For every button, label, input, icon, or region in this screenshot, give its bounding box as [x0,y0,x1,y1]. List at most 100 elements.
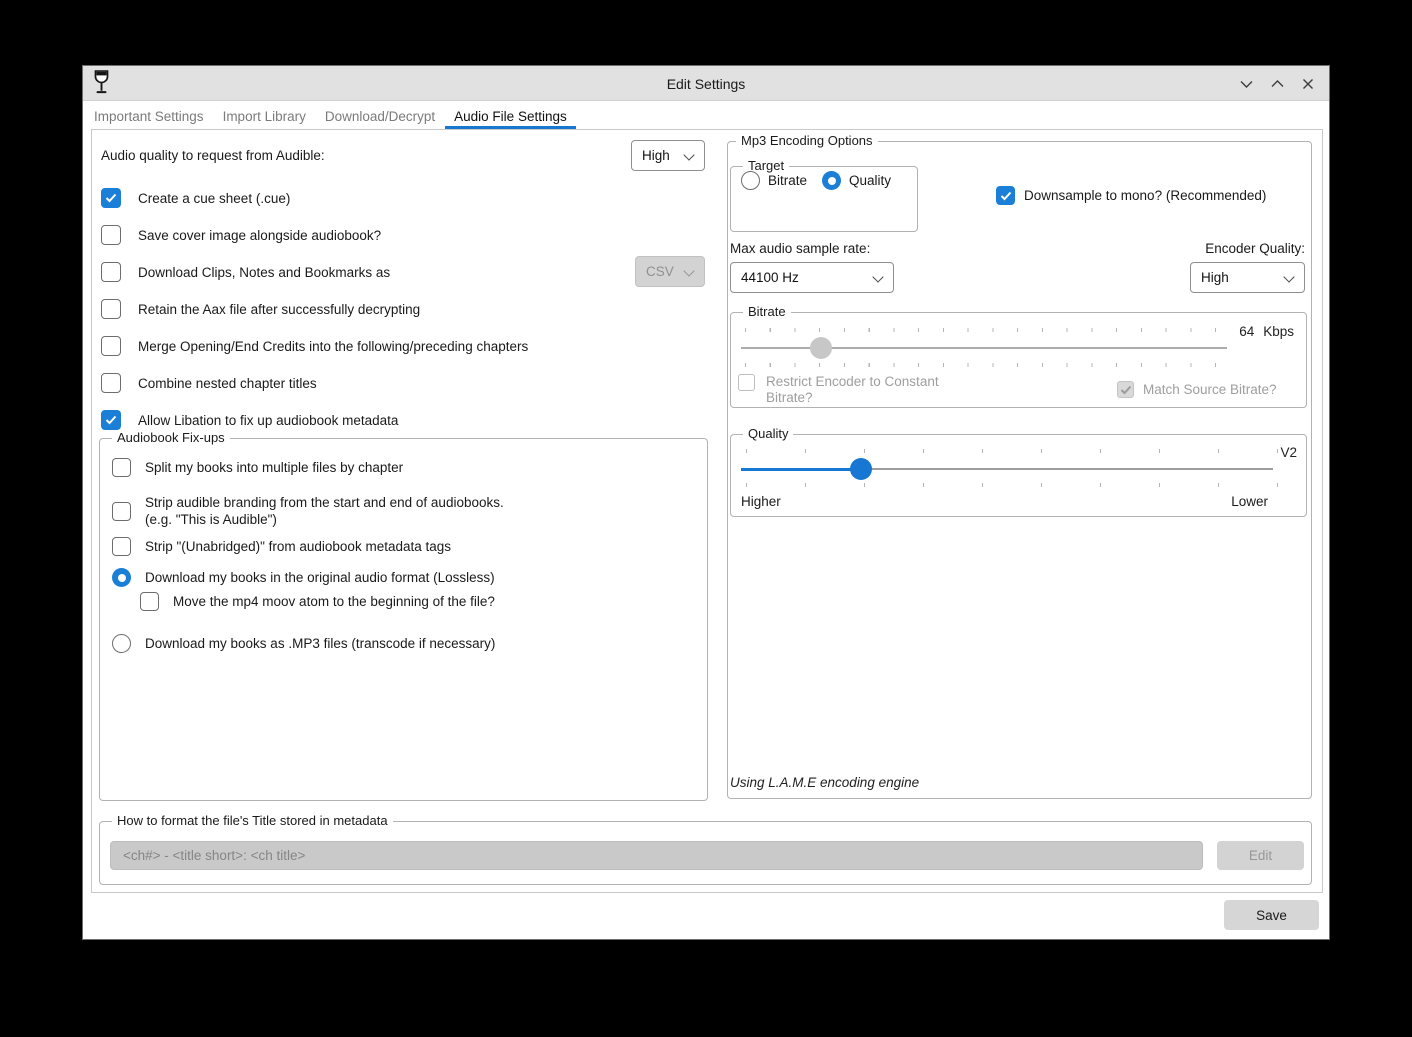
quality-higher-label: Higher [741,494,781,509]
audiobook-fixups-group: Audiobook Fix-ups Split my books into mu… [99,438,708,801]
lossless-radio-row: Download my books in the original audio … [112,568,695,587]
chevron-down-icon [684,151,694,161]
split-books-row: Split my books into multiple files by ch… [112,458,695,477]
audio-quality-dropdown[interactable]: High [631,140,705,171]
downsample-row: Downsample to mono? (Recommended) [996,186,1266,205]
moov-label: Move the mp4 moov atom to the beginning … [173,594,495,609]
strip-branding-checkbox[interactable] [112,502,131,521]
downsample-label: Downsample to mono? (Recommended) [1024,188,1266,203]
target-quality-radio[interactable] [822,171,841,190]
minimize-button[interactable] [1235,73,1257,95]
tab-import-library[interactable]: Import Library [214,102,315,129]
encoder-quality-label: Encoder Quality: [1205,241,1305,256]
create-cue-row: Create a cue sheet (.cue) [101,188,705,208]
fixups-legend: Audiobook Fix-ups [112,430,230,445]
chevron-up-icon [1270,77,1285,91]
encoder-quality-dropdown[interactable]: High [1190,262,1305,293]
create-cue-checkbox[interactable] [101,188,121,208]
title-bar: Edit Settings [83,66,1329,101]
audio-quality-label: Audio quality to request from Audible: [101,148,325,163]
quality-slider-track[interactable] [741,468,1273,470]
sample-rate-dropdown[interactable]: 44100 Hz [730,262,894,293]
bitrate-value: 64Kbps [1239,324,1294,339]
merge-credits-checkbox[interactable] [101,336,121,356]
x-icon [1301,77,1315,91]
lossless-radio[interactable] [112,568,131,587]
save-button[interactable]: Save [1224,900,1319,930]
retain-aax-label: Retain the Aax file after successfully d… [138,302,420,317]
mp3-files-label: Download my books as .MP3 files (transco… [145,636,495,651]
moov-checkbox[interactable] [140,592,159,611]
strip-unabridged-checkbox[interactable] [112,537,131,556]
restrict-cbr-row: Restrict Encoder to Constant Bitrate? [738,374,981,406]
save-cover-checkbox[interactable] [101,225,121,245]
quality-legend: Quality [743,426,793,441]
left-column: Audio quality to request from Audible: H… [101,140,705,430]
downsample-checkbox[interactable] [996,186,1015,205]
chevron-down-icon [684,267,694,277]
target-bitrate-label: Bitrate [768,173,807,188]
title-format-legend: How to format the file's Title stored in… [112,813,393,828]
match-source-label: Match Source Bitrate? [1143,382,1277,397]
mp3-encoding-options-group: Mp3 Encoding Options Target Bitrate Qual… [727,141,1312,799]
bitrate-group: Bitrate 64Kbps Restrict Encoder to Const… [730,312,1307,408]
title-format-input: <ch#> - <title short>: <ch title> [110,841,1203,870]
download-clips-row: Download Clips, Notes and Bookmarks as C… [101,262,705,282]
merge-credits-label: Merge Opening/End Credits into the follo… [138,339,528,354]
maximize-button[interactable] [1266,73,1288,95]
bitrate-slider-thumb [810,337,832,359]
split-books-label: Split my books into multiple files by ch… [145,460,403,475]
tab-download-decrypt[interactable]: Download/Decrypt [316,102,444,129]
allow-fixup-label: Allow Libation to fix up audiobook metad… [138,413,398,428]
chevron-down-icon [873,273,883,283]
sample-rate-label: Max audio sample rate: [730,241,870,256]
close-button[interactable] [1297,73,1319,95]
download-clips-label: Download Clips, Notes and Bookmarks as [138,265,390,280]
mp3-options-legend: Mp3 Encoding Options [736,133,878,148]
audio-quality-value: High [642,148,670,163]
chevron-down-icon [1284,273,1294,283]
moov-row: Move the mp4 moov atom to the beginning … [140,592,695,611]
edit-button: Edit [1217,841,1304,870]
quality-ticks-bottom [746,483,1278,487]
edit-settings-dialog: Edit Settings Important Settings Import … [82,65,1330,940]
save-cover-row: Save cover image alongside audiobook? [101,225,705,245]
bitrate-legend: Bitrate [743,304,791,319]
window-title: Edit Settings [83,66,1329,101]
combine-nested-checkbox[interactable] [101,373,121,393]
audio-file-settings-panel: Audio quality to request from Audible: H… [91,129,1323,893]
clips-format-dropdown: CSV [635,256,705,287]
mp3-files-radio[interactable] [112,634,131,653]
strip-unabridged-label: Strip "(Unabridged)" from audiobook meta… [145,539,451,554]
quality-slider-thumb[interactable] [850,458,872,480]
sample-rate-value: 44100 Hz [741,270,799,285]
merge-credits-row: Merge Opening/End Credits into the follo… [101,336,705,356]
quality-group: Quality V2 Higher Lower [730,434,1307,517]
retain-aax-row: Retain the Aax file after successfully d… [101,299,705,319]
lossless-label: Download my books in the original audio … [145,570,495,585]
mp3-radio-row: Download my books as .MP3 files (transco… [112,634,695,653]
title-format-value: <ch#> - <title short>: <ch title> [123,848,305,863]
encoder-quality-value: High [1201,270,1229,285]
allow-fixup-checkbox[interactable] [101,410,121,430]
bitrate-ticks-top [745,328,1217,332]
create-cue-label: Create a cue sheet (.cue) [138,191,290,206]
allow-fixup-row: Allow Libation to fix up audiobook metad… [101,410,705,430]
target-quality-label: Quality [849,173,891,188]
strip-unabridged-row: Strip "(Unabridged)" from audiobook meta… [112,537,695,556]
combine-nested-label: Combine nested chapter titles [138,376,317,391]
match-source-checkbox [1117,381,1134,398]
tab-audio-file-settings[interactable]: Audio File Settings [445,102,576,129]
save-cover-label: Save cover image alongside audiobook? [138,228,381,243]
split-books-checkbox[interactable] [112,458,131,477]
target-bitrate-radio[interactable] [741,171,760,190]
tab-important-settings[interactable]: Important Settings [85,102,213,129]
restrict-cbr-label: Restrict Encoder to Constant Bitrate? [766,374,981,406]
tab-bar: Important Settings Import Library Downlo… [85,102,1329,129]
target-radios: Bitrate Quality [741,171,891,190]
download-clips-checkbox[interactable] [101,262,121,282]
strip-branding-label: Strip audible branding from the start an… [145,495,504,528]
retain-aax-checkbox[interactable] [101,299,121,319]
match-source-row: Match Source Bitrate? [1117,381,1277,398]
bitrate-ticks-bottom [745,363,1217,367]
